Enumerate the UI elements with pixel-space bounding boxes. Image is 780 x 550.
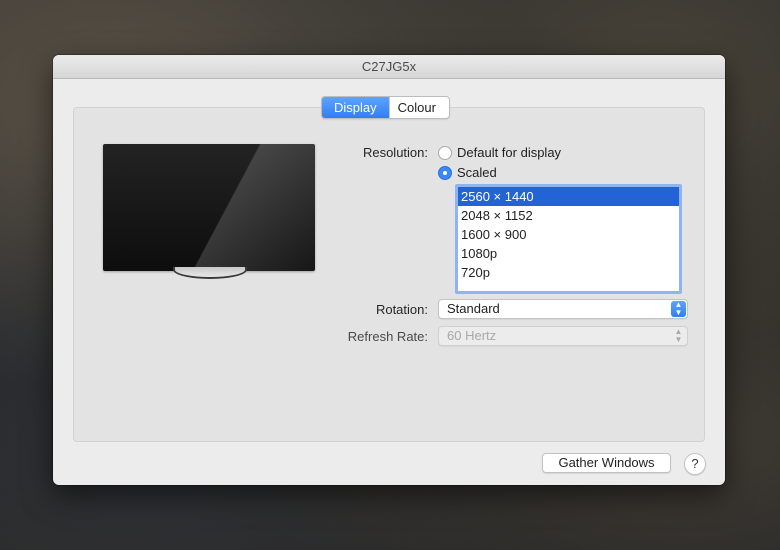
list-item[interactable]: 1080p bbox=[458, 244, 679, 263]
radio-default-for-display[interactable]: Default for display bbox=[438, 145, 561, 160]
tab-colour[interactable]: Colour bbox=[388, 97, 449, 118]
rotation-select[interactable]: Standard ▲ ▼ bbox=[438, 299, 688, 319]
scaled-resolution-list[interactable]: 2560 × 1440 2048 × 1152 1600 × 900 1080p… bbox=[455, 184, 682, 294]
tab-display[interactable]: Display bbox=[322, 97, 389, 118]
refresh-rate-label: Refresh Rate: bbox=[347, 329, 428, 344]
rotation-label: Rotation: bbox=[375, 302, 428, 317]
radio-button-off[interactable] bbox=[438, 145, 452, 160]
display-preview-icon bbox=[103, 144, 315, 271]
up-down-chevron-icon: ▲ ▼ bbox=[671, 301, 686, 317]
question-mark-icon[interactable]: ? bbox=[684, 453, 706, 475]
rotation-value: Standard bbox=[447, 301, 500, 316]
window-title: C27JG5x bbox=[53, 55, 725, 79]
resolution-label: Resolution: bbox=[362, 145, 428, 160]
list-item[interactable]: 2560 × 1440 bbox=[458, 187, 679, 206]
list-item[interactable]: 2048 × 1152 bbox=[458, 206, 679, 225]
list-item[interactable]: 720p bbox=[458, 263, 679, 282]
screen-gloss bbox=[103, 144, 315, 271]
up-down-chevron-icon: ▲ ▼ bbox=[674, 327, 683, 344]
gather-windows-button[interactable]: Gather Windows bbox=[542, 453, 671, 473]
display-preferences-window: C27JG5x Display Colour Resolution: Defau… bbox=[53, 55, 725, 485]
radio-default-label: Default for display bbox=[457, 145, 562, 160]
radio-scaled[interactable]: Scaled bbox=[438, 165, 497, 180]
radio-scaled-label: Scaled bbox=[457, 165, 497, 180]
refresh-rate-value: 60 Hertz bbox=[447, 328, 497, 343]
radio-button-on[interactable] bbox=[438, 165, 452, 180]
list-item[interactable]: 1600 × 900 bbox=[458, 225, 679, 244]
tab-bar: Display Colour bbox=[321, 96, 450, 119]
refresh-rate-select[interactable]: 60 Hertz ▲ ▼ bbox=[438, 326, 688, 346]
